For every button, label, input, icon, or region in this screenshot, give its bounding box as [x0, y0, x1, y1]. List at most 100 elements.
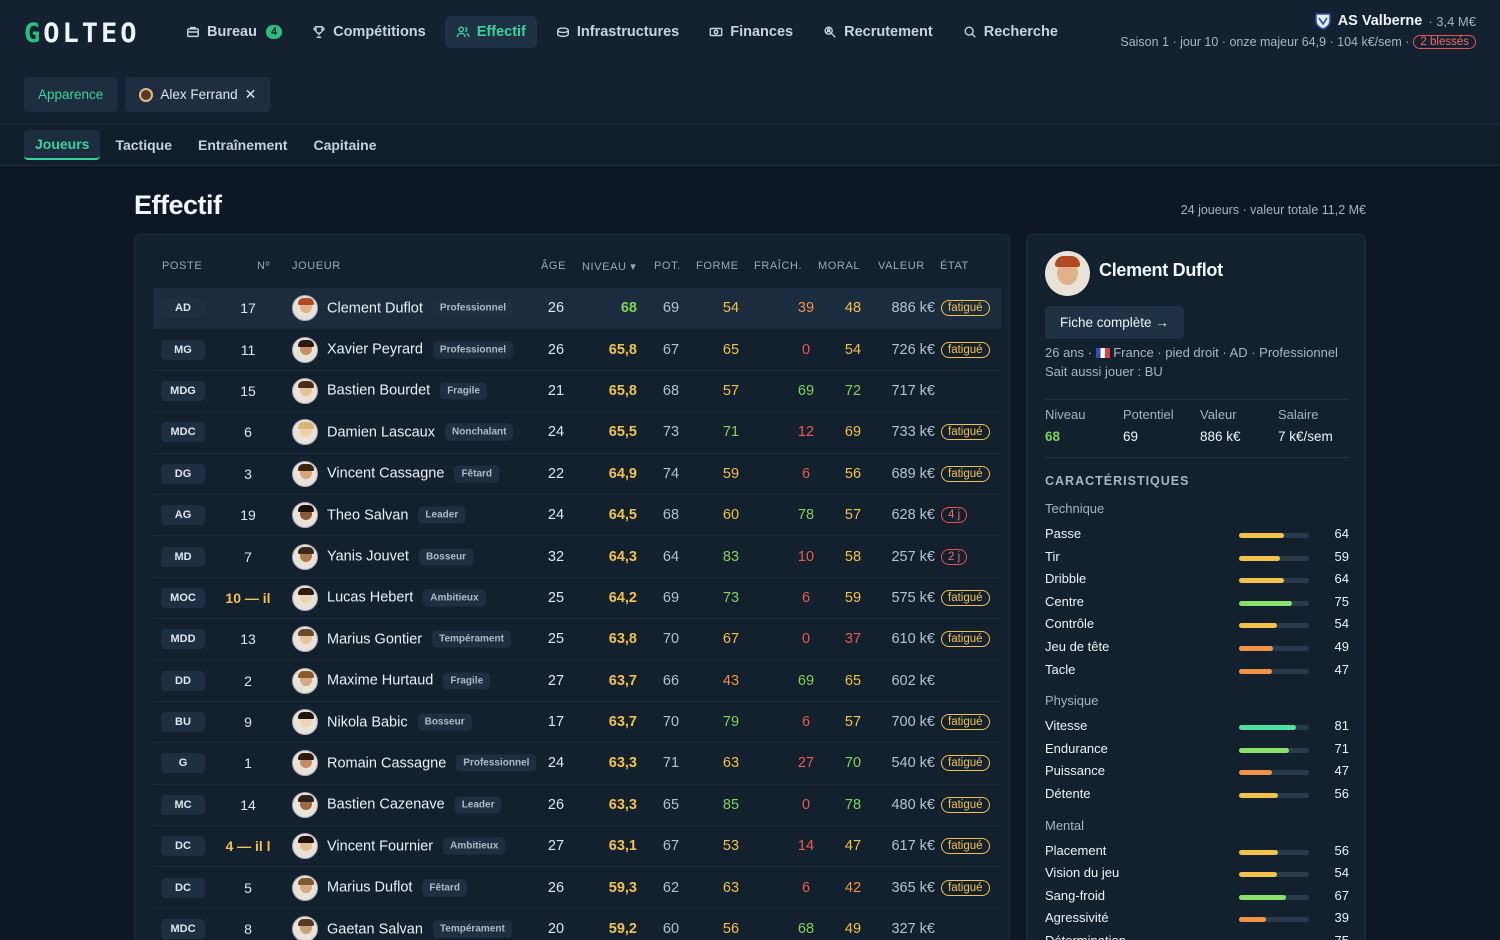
freshness-cell: 0 [801, 341, 811, 358]
table-row[interactable]: MC 14 Bastien Cazenave Leader 26 63,3 65 … [153, 785, 1001, 827]
header-potential[interactable]: POT. [654, 260, 681, 272]
shirt-number: 6 [244, 424, 252, 441]
scout-icon [824, 26, 836, 38]
table-row[interactable]: DD 2 Maxime Hurtaud Fragile 27 63,7 66 43… [153, 661, 1001, 702]
header-freshness[interactable]: FRAÎCH. [754, 260, 802, 272]
attribute-row: Passe 64 [1045, 526, 1349, 544]
player-avatar [292, 543, 318, 570]
header-player[interactable]: JOUEUR [292, 260, 341, 272]
header-age[interactable]: ÂGE [541, 260, 566, 272]
player-name: Damien Lascaux [327, 424, 435, 441]
nav-competitions[interactable]: Compétitions [301, 16, 437, 48]
player-name-cell[interactable]: Marius Duflot Fêtard [327, 879, 467, 897]
secondary-positions: Sait aussi jouer : BU [1045, 364, 1163, 379]
stadium-icon [556, 27, 569, 38]
manager-chip[interactable]: Alex Ferrand ✕ [125, 77, 271, 112]
age-cell: 24 [547, 507, 565, 524]
attribute-name: Passe [1045, 526, 1082, 541]
header-position[interactable]: POSTE [162, 260, 202, 272]
player-name-cell[interactable]: Lucas Hebert Ambitieux [327, 589, 486, 607]
table-row[interactable]: AG 19 Theo Salvan Leader 24 64,5 68 60 78… [153, 495, 1001, 537]
tab-capitaine[interactable]: Capitaine [302, 130, 387, 160]
section-tabs: Joueurs Tactique Entraînement Capitaine [0, 124, 1500, 166]
value-cell: 365 k€ [891, 879, 935, 896]
attribute-value: 75 [1335, 933, 1349, 940]
header-state[interactable]: ÉTAT [940, 260, 969, 272]
personality-tag: Fêtard [422, 879, 467, 897]
nav-label: Recherche [983, 24, 1058, 40]
player-name-cell[interactable]: Gaetan Salvan Tempérament [327, 920, 512, 938]
header-value[interactable]: VALEUR [878, 260, 925, 272]
potential-cell: 67 [662, 838, 680, 855]
personality-tag: Fragile [440, 382, 487, 400]
personality-tag: Professionnel [432, 299, 514, 317]
manager-avatar [139, 87, 154, 102]
player-name-cell[interactable]: Marius Gontier Tempérament [327, 630, 511, 648]
table-row[interactable]: MDG 15 Bastien Bourdet Fragile 21 65,8 68… [153, 371, 1001, 413]
nav-label: Infrastructures [576, 24, 680, 40]
header-form[interactable]: FORME [696, 260, 739, 272]
tab-joueurs[interactable]: Joueurs [24, 130, 101, 160]
app-logo[interactable]: GOLTEO [24, 18, 140, 49]
table-row[interactable]: MDD 13 Marius Gontier Tempérament 25 63,8… [153, 619, 1001, 661]
stat-label: Salaire [1278, 407, 1319, 422]
table-row[interactable]: MD 7 Yanis Jouvet Bosseur 32 64,3 64 83 1… [153, 536, 1001, 578]
player-name-cell[interactable]: Bastien Bourdet Fragile [327, 382, 487, 400]
table-row[interactable]: AD 17 Clement Duflot Professionnel 26 68 … [153, 288, 1001, 330]
nav-infrastructures[interactable]: Infrastructures [545, 16, 690, 48]
tab-tactique[interactable]: Tactique [104, 130, 183, 160]
tab-entrainement[interactable]: Entraînement [187, 130, 298, 160]
table-row[interactable]: DC 5 Marius Duflot Fêtard 26 59,3 62 63 6… [153, 867, 1001, 909]
table-row[interactable]: MDC 8 Gaetan Salvan Tempérament 20 59,2 6… [153, 909, 1001, 940]
player-name-cell[interactable]: Romain Cassagne Professionnel [327, 754, 537, 772]
position-badge: G [161, 753, 205, 774]
table-row[interactable]: MOC 10 — il Lucas Hebert Ambitieux 25 64,… [153, 578, 1001, 620]
player-name-cell[interactable]: Theo Salvan Leader [327, 506, 466, 524]
player-name-cell[interactable]: Clement Duflot Professionnel [327, 299, 514, 317]
player-name-cell[interactable]: Vincent Cassagne Fêtard [327, 465, 499, 483]
nav-recrutement[interactable]: Recrutement [812, 16, 944, 48]
shirt-number: 13 [240, 631, 256, 648]
full-profile-button[interactable]: Fiche complète → [1045, 306, 1184, 339]
table-row[interactable]: DG 3 Vincent Cassagne Fêtard 22 64,9 74 5… [153, 454, 1001, 495]
value-cell: 480 k€ [891, 796, 935, 813]
header-moral[interactable]: MORAL [818, 260, 860, 272]
player-name-cell[interactable]: Bastien Cazenave Leader [327, 796, 502, 814]
table-row[interactable]: MDC 6 Damien Lascaux Nonchalant 24 65,5 7… [153, 412, 1001, 454]
nav-effectif[interactable]: Effectif [444, 16, 537, 48]
table-row[interactable]: DC 4 — il l Vincent Fournier Ambitieux 27… [153, 826, 1001, 868]
nav-label: Effectif [476, 24, 526, 40]
fatigue-badge: fatigué [941, 589, 990, 606]
nav-bureau[interactable]: Bureau 4 [175, 16, 293, 48]
position-badge: DD [161, 670, 205, 691]
page-title: Effectif [134, 190, 222, 220]
nav-recherche[interactable]: Recherche [952, 16, 1069, 48]
position-badge: AG [161, 505, 205, 526]
player-avatar [292, 419, 318, 446]
appearance-button[interactable]: Apparence [24, 77, 118, 112]
table-row[interactable]: BU 9 Nikola Babic Bosseur 17 63,7 70 79 6… [153, 702, 1001, 744]
player-name-cell[interactable]: Yanis Jouvet Bosseur [327, 548, 473, 566]
nav-finances[interactable]: Finances [698, 16, 804, 48]
player-name-cell[interactable]: Vincent Fournier Ambitieux [327, 837, 506, 855]
table-row[interactable]: G 1 Romain Cassagne Professionnel 24 63,3… [153, 743, 1001, 785]
player-name-cell[interactable]: Nikola Babic Bosseur [327, 713, 472, 731]
player-name-cell[interactable]: Xavier Peyrard Professionnel [327, 341, 514, 359]
attribute-bar-fill [1239, 747, 1289, 753]
freshness-cell: 0 [801, 631, 811, 648]
player-name-cell[interactable]: Damien Lascaux Nonchalant [327, 423, 514, 441]
club-name[interactable]: AS Valberne [1338, 13, 1423, 29]
close-icon[interactable]: ✕ [245, 86, 257, 103]
attribute-bar-fill [1239, 578, 1284, 584]
attribute-name: Puissance [1045, 763, 1105, 779]
attribute-name: Tacle [1045, 661, 1076, 677]
player-name: Vincent Fournier [327, 838, 434, 855]
player-avatar [292, 336, 318, 363]
age-cell: 20 [547, 921, 565, 938]
injured-badge[interactable]: 2 blessés [1413, 35, 1476, 49]
attribute-bar [1239, 849, 1309, 855]
table-row[interactable]: MG 11 Xavier Peyrard Professionnel 26 65,… [153, 329, 1001, 371]
header-number[interactable]: Nº [257, 260, 270, 272]
player-name-cell[interactable]: Maxime Hurtaud Fragile [327, 672, 491, 690]
header-level[interactable]: NIVEAU ▾ [582, 260, 636, 273]
